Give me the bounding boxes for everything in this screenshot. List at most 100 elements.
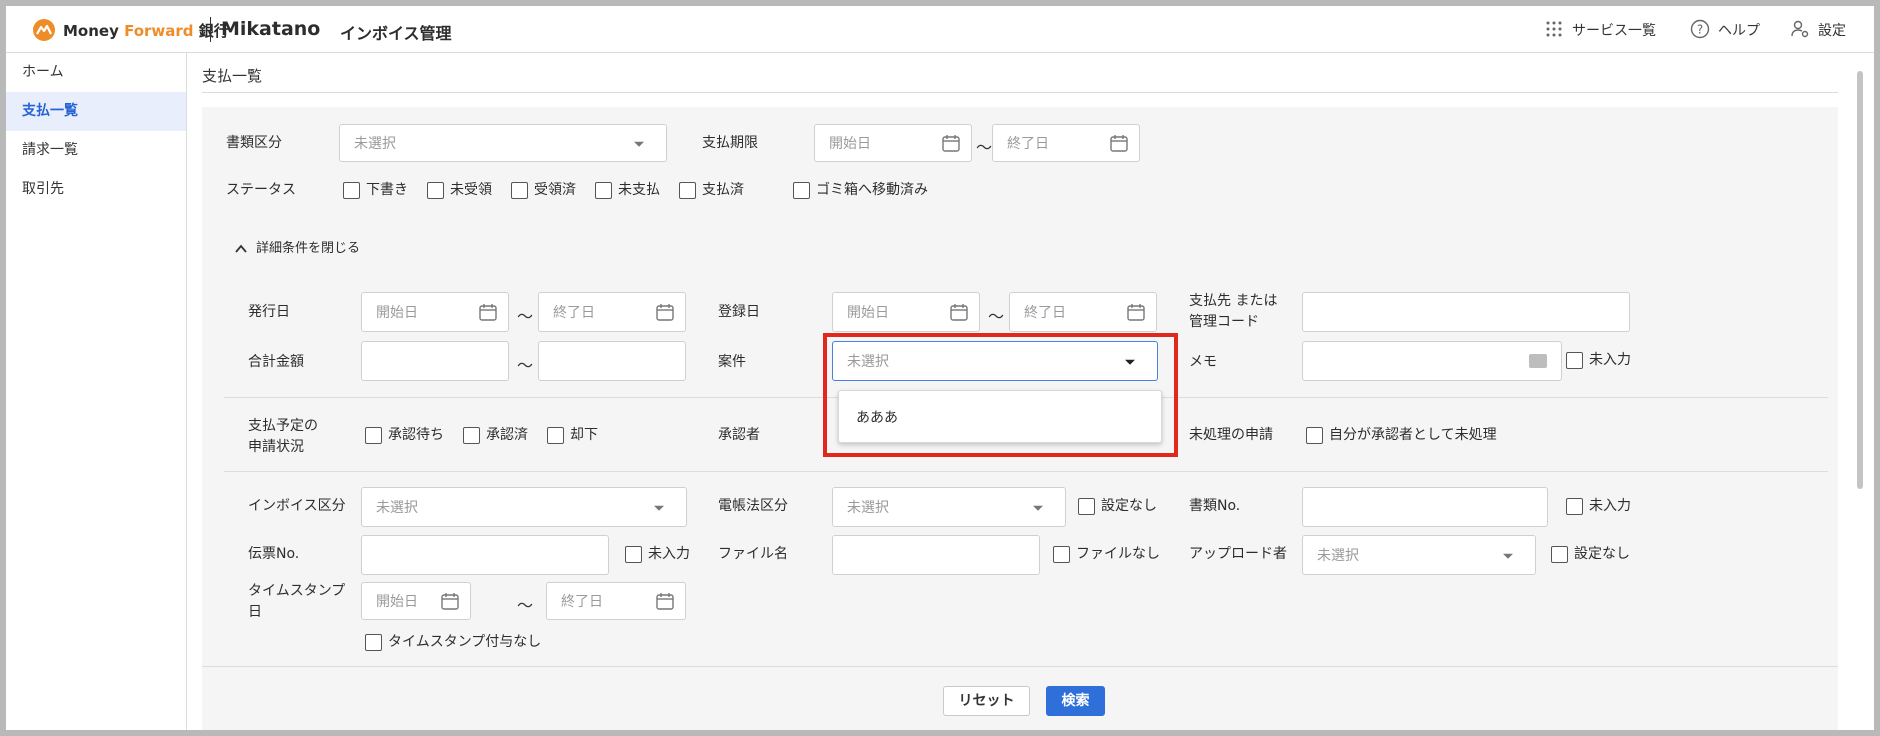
file-name-input[interactable] <box>832 535 1040 575</box>
total-max-input[interactable] <box>538 341 686 381</box>
app-window: Money Forward 銀行 Mikatano インボイス管理 サービス一覧… <box>6 6 1874 730</box>
pending-request-label: 未処理の申請 <box>1189 427 1273 443</box>
status-received-checkbox[interactable] <box>511 182 528 199</box>
memo-unentered-checkbox[interactable] <box>1566 352 1583 369</box>
scrollbar-thumb[interactable] <box>1857 71 1863 489</box>
range-separator: 〜 <box>517 356 534 375</box>
status-trashed-checkbox[interactable] <box>793 182 810 199</box>
chevron-down-icon <box>654 505 664 511</box>
doc-type-select[interactable]: 未選択 <box>339 124 667 162</box>
status-paid-label: 支払済 <box>702 182 744 198</box>
registration-date-label: 登録日 <box>718 304 760 320</box>
status-unreceived-label: 未受領 <box>450 182 492 198</box>
range-separator: 〜 <box>976 138 993 157</box>
doc-no-input[interactable] <box>1302 487 1548 527</box>
status-received-label: 受領済 <box>534 182 576 198</box>
total-min-input[interactable] <box>361 341 509 381</box>
status-trashed-label: ゴミ箱へ移動済み <box>816 182 928 198</box>
help-icon[interactable]: ? <box>1690 19 1710 39</box>
memo-input[interactable] <box>1302 341 1562 381</box>
slip-no-unentered-label: 未入力 <box>648 546 690 562</box>
services-link[interactable]: サービス一覧 <box>1572 20 1656 40</box>
issue-start-date-input[interactable]: 開始日 <box>361 292 509 332</box>
memo-unentered-label: 未入力 <box>1589 352 1631 368</box>
reg-end-date-input[interactable]: 終了日 <box>1009 292 1157 332</box>
calendar-icon[interactable] <box>1109 133 1129 153</box>
no-timestamp-checkbox[interactable] <box>365 634 382 651</box>
range-separator: 〜 <box>517 596 534 615</box>
sidebar-item-home[interactable]: ホーム <box>6 53 186 92</box>
brand-name: Money Forward 銀行 <box>63 22 229 40</box>
approval-approved-checkbox[interactable] <box>463 427 480 444</box>
uploader-no-setting-label: 設定なし <box>1574 546 1630 562</box>
pending-self-checkbox[interactable] <box>1306 427 1323 444</box>
page-title: 支払一覧 <box>202 67 263 85</box>
timestamp-end-date-input[interactable]: 終了日 <box>546 582 686 620</box>
no-file-label: ファイルなし <box>1076 546 1160 562</box>
doc-type-label: 書類区分 <box>226 135 282 151</box>
calendar-icon[interactable] <box>941 133 961 153</box>
approval-rejected-label: 却下 <box>570 427 598 443</box>
top-header: Money Forward 銀行 Mikatano インボイス管理 サービス一覧… <box>6 6 1874 53</box>
reg-start-date-input[interactable]: 開始日 <box>832 292 980 332</box>
user-settings-icon[interactable] <box>1790 19 1810 39</box>
chevron-down-icon <box>634 141 644 147</box>
status-paid-checkbox[interactable] <box>679 182 696 199</box>
section-divider <box>202 666 1838 667</box>
pending-self-label: 自分が承認者として未処理 <box>1329 427 1497 443</box>
ebook-type-label: 電帳法区分 <box>718 498 788 514</box>
grid-icon[interactable] <box>1544 19 1564 39</box>
payee-label-line2: 管理コード <box>1189 314 1259 330</box>
highlight-box <box>823 333 1178 457</box>
issue-end-date-input[interactable]: 終了日 <box>538 292 686 332</box>
toggle-details-link[interactable]: 詳細条件を閉じる <box>256 239 360 259</box>
chevron-up-icon[interactable] <box>234 242 248 256</box>
money-forward-logo-icon <box>33 19 55 41</box>
sidebar-item-partners[interactable]: 取引先 <box>6 170 186 209</box>
status-draft-checkbox[interactable] <box>343 182 360 199</box>
due-end-date-input[interactable]: 終了日 <box>992 124 1140 162</box>
invoice-type-select[interactable]: 未選択 <box>361 487 687 527</box>
timestamp-label-line1: タイムスタンプ <box>248 583 346 599</box>
calendar-icon[interactable] <box>655 591 675 611</box>
chevron-down-icon <box>1503 553 1513 559</box>
calendar-icon[interactable] <box>949 302 969 322</box>
payee-input[interactable] <box>1302 292 1630 332</box>
chevron-down-icon <box>1033 505 1043 511</box>
due-date-label: 支払期限 <box>702 135 758 151</box>
status-label: ステータス <box>226 182 296 198</box>
approver-label: 承認者 <box>718 427 760 443</box>
uploader-no-setting-checkbox[interactable] <box>1551 546 1568 563</box>
section-divider <box>224 471 1828 472</box>
brand-divider <box>210 17 211 42</box>
reset-button[interactable]: リセット <box>943 686 1030 716</box>
plan-label-line2: 申請状況 <box>248 439 304 455</box>
no-file-checkbox[interactable] <box>1053 546 1070 563</box>
status-unpaid-checkbox[interactable] <box>595 182 612 199</box>
slip-no-unentered-checkbox[interactable] <box>625 546 642 563</box>
sidebar-item-invoices[interactable]: 請求一覧 <box>6 131 186 170</box>
ebook-type-select[interactable]: 未選択 <box>832 487 1066 527</box>
approval-pending-label: 承認待ち <box>388 427 444 443</box>
calendar-icon[interactable] <box>1126 302 1146 322</box>
due-start-date-input[interactable]: 開始日 <box>814 124 972 162</box>
keyboard-icon[interactable] <box>1529 354 1547 368</box>
doc-no-unentered-checkbox[interactable] <box>1566 498 1583 515</box>
uploader-label: アップロード者 <box>1189 546 1287 562</box>
uploader-select[interactable]: 未選択 <box>1302 535 1536 575</box>
help-link[interactable]: ヘルプ <box>1718 20 1760 40</box>
timestamp-start-date-input[interactable]: 開始日 <box>361 582 471 620</box>
settings-link[interactable]: 設定 <box>1818 20 1846 40</box>
status-unreceived-checkbox[interactable] <box>427 182 444 199</box>
sidebar-item-payments[interactable]: 支払一覧 <box>6 92 186 131</box>
slip-no-input[interactable] <box>361 535 609 575</box>
ebook-no-setting-checkbox[interactable] <box>1078 498 1095 515</box>
approval-rejected-checkbox[interactable] <box>547 427 564 444</box>
calendar-icon[interactable] <box>655 302 675 322</box>
approval-pending-checkbox[interactable] <box>365 427 382 444</box>
calendar-icon[interactable] <box>440 591 460 611</box>
svg-text:?: ? <box>1697 23 1703 37</box>
calendar-icon[interactable] <box>478 302 498 322</box>
search-button[interactable]: 検索 <box>1046 686 1105 716</box>
file-name-label: ファイル名 <box>718 546 788 562</box>
